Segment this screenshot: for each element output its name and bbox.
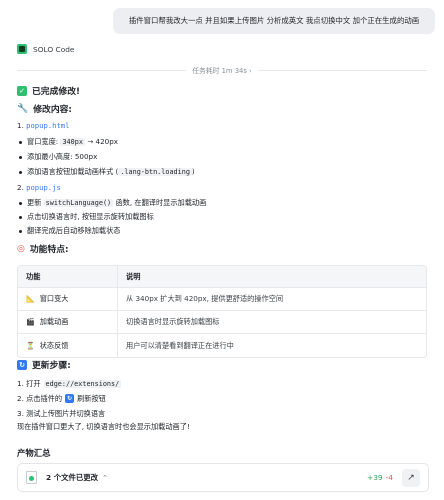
elapsed-time-toggle[interactable]: 任务耗时 1m 34s › xyxy=(186,65,258,75)
list-item: 更新 switchLanguage() 函数, 在翻译时显示加载动画 xyxy=(17,198,427,212)
agent-name: SOLO Code xyxy=(33,44,75,54)
products-title: 产物汇总 xyxy=(17,448,51,458)
changes-heading: 🔧 修改内容: xyxy=(17,103,72,116)
hourglass-icon: ⏳ xyxy=(26,341,35,350)
table-row: 📐 窗口变大 从 340px 扩大到 420px, 提供更舒适的操作空间 xyxy=(18,288,426,311)
additions-count: +39 xyxy=(367,473,383,482)
refresh-box-icon: ↻ xyxy=(17,359,27,370)
features-heading: ◎ 功能特点: xyxy=(17,243,69,256)
check-icon: ✓ xyxy=(17,85,27,96)
list-item: 添加最小高度: 500px xyxy=(17,152,427,167)
changed-files-label: 2 个文件已更改 xyxy=(46,473,99,482)
features-table: 功能 说明 📐 窗口变大 从 340px 扩大到 420px, 提供更舒适的操作… xyxy=(17,265,427,358)
summary-text: 现在插件窗口更大了, 切换语言时也会显示加载动画了! xyxy=(17,422,190,431)
list-item: 点击切换语言时, 按钮显示旋转加载图标 xyxy=(17,212,427,226)
file-link-popup-js[interactable]: popup.js xyxy=(26,183,61,192)
open-diff-button[interactable]: ↗ xyxy=(402,468,420,487)
file-2-bullets: 更新 switchLanguage() 函数, 在翻译时显示加载动画 点击切换语… xyxy=(17,198,427,240)
done-heading: ✓ 已完成修改! xyxy=(17,84,80,97)
table-header-feature: 功能 xyxy=(18,266,118,287)
changed-files-card[interactable]: 2 个文件已更改 ⌃ +39 -4 ↗ xyxy=(17,463,429,492)
list-item: 1. 打开 edge://extensions/ xyxy=(17,378,122,388)
clapper-icon: 🎬 xyxy=(26,318,35,326)
chevron-updown-icon[interactable]: ⌃ xyxy=(102,474,108,482)
table-row: 🎬 加载动画 切换语言时显示旋转加载图标 xyxy=(18,311,426,334)
table-header-desc: 说明 xyxy=(126,271,141,281)
table-header-row: 功能 说明 xyxy=(18,266,426,288)
extensions-url[interactable]: edge://extensions/ xyxy=(43,379,122,388)
file-item-popup-js: 2. popup.js xyxy=(17,183,61,192)
file-link-popup-html[interactable]: popup.html xyxy=(26,121,69,130)
reload-icon: ↻ xyxy=(65,394,75,403)
update-heading: ↻ 更新步骤: xyxy=(17,358,71,371)
table-row: ⏳ 状态反馈 用户可以清楚看到翻译正在进行中 xyxy=(18,334,426,357)
list-item: 翻译完成后自动移除加载状态 xyxy=(17,226,427,240)
list-item: 添加语言按钮加载动画样式 (.lang-btn.loading) xyxy=(17,167,427,182)
target-icon: ◎ xyxy=(17,243,25,254)
update-steps: 1. 打开 edge://extensions/ 2. 点击插件的 ↻ 刷新按钮… xyxy=(17,376,427,421)
ruler-icon: 📐 xyxy=(26,295,35,303)
file-icon xyxy=(26,471,37,484)
solo-code-logo-icon xyxy=(17,44,27,54)
list-item: 2. 点击插件的 ↻ 刷新按钮 xyxy=(17,393,106,403)
agent-header: SOLO Code xyxy=(17,44,74,54)
list-item: 3. 测试上传图片并切换语言 xyxy=(17,408,106,418)
file-item-popup-html: 1. popup.html xyxy=(17,121,70,130)
list-item: 窗口宽度: 340px → 420px xyxy=(17,137,427,152)
wrench-icon: 🔧 xyxy=(17,103,29,114)
user-message-bubble: 插件窗口帮我改大一点 并且如果上传图片 分析成英文 我点切换中文 加个正在生成的… xyxy=(113,8,435,34)
file-1-bullets: 窗口宽度: 340px → 420px 添加最小高度: 500px 添加语言按钮… xyxy=(17,137,427,182)
deletions-count: -4 xyxy=(385,473,393,482)
